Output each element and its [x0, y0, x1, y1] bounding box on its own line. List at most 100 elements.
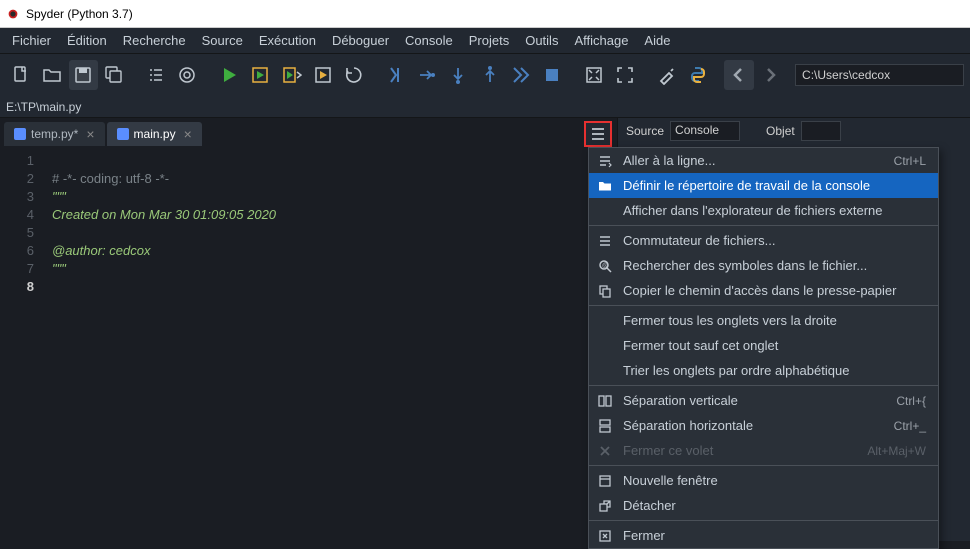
file-icon — [117, 128, 129, 140]
preferences-button[interactable] — [652, 60, 681, 90]
step-into-button[interactable] — [444, 60, 473, 90]
toolbar — [0, 54, 970, 96]
source-label: Source — [626, 124, 664, 138]
menu-item[interactable]: Détacher — [589, 493, 938, 518]
app-icon — [6, 7, 20, 21]
menu-aide[interactable]: Aide — [636, 30, 678, 51]
detach-icon — [597, 498, 613, 514]
menu-shortcut: Ctrl+_ — [894, 419, 926, 433]
menu-item[interactable]: Fermer — [589, 523, 938, 548]
menu-item-label: Commutateur de fichiers... — [623, 233, 775, 248]
menu-item[interactable]: Afficher dans l'explorateur de fichiers … — [589, 198, 938, 223]
goto-icon — [597, 153, 613, 169]
menu-item-label: Trier les onglets par ordre alphabétique — [623, 363, 849, 378]
run-cell-button[interactable] — [245, 60, 274, 90]
menu-console[interactable]: Console — [397, 30, 461, 51]
maximize-button[interactable] — [579, 60, 608, 90]
menu-separator — [589, 520, 938, 521]
menu-separator — [589, 465, 938, 466]
menu-recherche[interactable]: Recherche — [115, 30, 194, 51]
menu-separator — [589, 305, 938, 306]
source-combo[interactable]: Console — [670, 121, 740, 141]
menu-edition[interactable]: Édition — [59, 30, 115, 51]
continue-button[interactable] — [506, 60, 535, 90]
window-title: Spyder (Python 3.7) — [26, 7, 133, 21]
menu-source[interactable]: Source — [194, 30, 251, 51]
save-all-button[interactable] — [100, 60, 129, 90]
menu-deboguer[interactable]: Déboguer — [324, 30, 397, 51]
run-selection-button[interactable] — [308, 60, 337, 90]
tab-main[interactable]: main.py × — [107, 122, 202, 146]
at-button[interactable] — [173, 60, 202, 90]
filepath-bar: E:\TP\main.py — [0, 96, 970, 118]
filepath-text: E:\TP\main.py — [6, 100, 81, 114]
menu-item[interactable]: Aller à la ligne...Ctrl+L — [589, 148, 938, 173]
debug-button[interactable] — [381, 60, 410, 90]
menu-item[interactable]: Fermer tout sauf cet onglet — [589, 333, 938, 358]
menu-item[interactable]: Copier le chemin d'accès dans le presse-… — [589, 278, 938, 303]
menu-item-label: Fermer tout sauf cet onglet — [623, 338, 778, 353]
new-file-button[interactable] — [6, 60, 35, 90]
save-button[interactable] — [69, 60, 98, 90]
rerun-button[interactable] — [340, 60, 369, 90]
tab-temp[interactable]: temp.py* × — [4, 122, 105, 146]
editor-context-menu: Aller à la ligne...Ctrl+LDéfinir le répe… — [588, 147, 939, 549]
run-cell-advance-button[interactable] — [277, 60, 306, 90]
menu-item-label: Afficher dans l'explorateur de fichiers … — [623, 203, 883, 218]
blank-icon — [597, 338, 613, 354]
menu-execution[interactable]: Exécution — [251, 30, 324, 51]
step-out-button[interactable] — [475, 60, 504, 90]
menu-projets[interactable]: Projets — [461, 30, 517, 51]
forward-button[interactable] — [756, 60, 785, 90]
list-button[interactable] — [141, 60, 170, 90]
object-field[interactable] — [801, 121, 841, 141]
stop-button[interactable] — [538, 60, 567, 90]
menu-shortcut: Alt+Maj+W — [867, 444, 926, 458]
code-text[interactable]: # -*- coding: utf-8 -*- """ Created on M… — [44, 146, 617, 541]
close-icon[interactable]: × — [184, 126, 192, 142]
menu-item[interactable]: Séparation horizontaleCtrl+_ — [589, 413, 938, 438]
editor-tabs: temp.py* × main.py × — [0, 118, 617, 146]
menu-item-label: Copier le chemin d'accès dans le presse-… — [623, 283, 896, 298]
fullscreen-button[interactable] — [610, 60, 639, 90]
menu-item: Fermer ce volet Alt+Maj+W — [589, 438, 938, 463]
svg-text:@: @ — [602, 263, 608, 269]
switch-icon — [597, 233, 613, 249]
run-button[interactable] — [214, 60, 243, 90]
close-icon[interactable]: × — [86, 126, 94, 142]
menu-separator — [589, 385, 938, 386]
help-pane-header: Source Console Objet — [618, 118, 970, 144]
blank-icon — [597, 363, 613, 379]
copy-icon — [597, 283, 613, 299]
python-path-button[interactable] — [683, 60, 712, 90]
closex-icon — [597, 528, 613, 544]
working-directory-field[interactable] — [795, 64, 964, 86]
menu-item-label: Détacher — [623, 498, 676, 513]
folder-icon — [597, 178, 613, 194]
blank-icon — [597, 203, 613, 219]
editor-options-button[interactable] — [584, 121, 612, 147]
back-button[interactable] — [724, 60, 753, 90]
menu-item-label: Rechercher des symboles dans le fichier.… — [623, 258, 867, 273]
menu-item[interactable]: Commutateur de fichiers... — [589, 228, 938, 253]
step-button[interactable] — [412, 60, 441, 90]
menu-affichage[interactable]: Affichage — [566, 30, 636, 51]
tab-label: main.py — [134, 127, 176, 141]
menu-item[interactable]: Nouvelle fenêtre — [589, 468, 938, 493]
editor-pane: temp.py* × main.py × 1 2 3 4 5 6 7 8 # -… — [0, 118, 618, 541]
menu-item[interactable]: Définir le répertoire de travail de la c… — [589, 173, 938, 198]
menu-item-label: Aller à la ligne... — [623, 153, 716, 168]
menu-item[interactable]: Fermer tous les onglets vers la droite — [589, 308, 938, 333]
menu-fichier[interactable]: Fichier — [4, 30, 59, 51]
menu-item-label: Fermer ce volet — [623, 443, 713, 458]
open-file-button[interactable] — [37, 60, 66, 90]
menu-item[interactable]: Séparation verticaleCtrl+{ — [589, 388, 938, 413]
menu-item[interactable]: Trier les onglets par ordre alphabétique — [589, 358, 938, 383]
menu-item[interactable]: @ Rechercher des symboles dans le fichier… — [589, 253, 938, 278]
menu-outils[interactable]: Outils — [517, 30, 566, 51]
code-editor[interactable]: 1 2 3 4 5 6 7 8 # -*- coding: utf-8 -*- … — [0, 146, 617, 541]
hamburger-icon — [590, 127, 606, 141]
line-gutter: 1 2 3 4 5 6 7 8 — [0, 146, 44, 541]
object-label: Objet — [766, 124, 795, 138]
menubar: Fichier Édition Recherche Source Exécuti… — [0, 28, 970, 54]
